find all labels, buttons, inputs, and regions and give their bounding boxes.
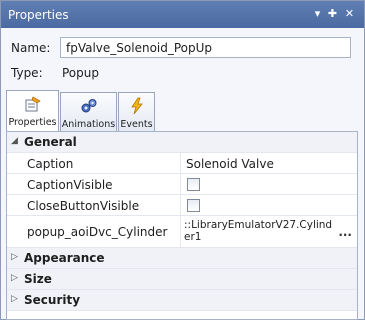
property-row-caption[interactable]: Caption Solenoid Valve [7, 153, 357, 174]
type-label: Type: [11, 66, 43, 80]
tab-label: Events [120, 119, 153, 130]
expand-arrow-icon[interactable]: ▷ [11, 252, 18, 262]
column-divider [180, 174, 181, 194]
category-general[interactable]: ◢ General [7, 132, 357, 153]
browse-button[interactable]: ... [338, 225, 352, 239]
tab-label: Animations [61, 119, 116, 130]
properties-panel: Properties ▾ ✚ ✕ Name: Type: Popup Prope… [0, 0, 365, 320]
tab-properties[interactable]: Properties [6, 90, 59, 132]
column-divider [180, 195, 181, 215]
tab-events[interactable]: Events [118, 92, 155, 131]
category-appearance[interactable]: ▷ Appearance [7, 248, 357, 269]
expand-arrow-icon[interactable]: ▷ [11, 273, 18, 283]
property-name: Caption [27, 157, 74, 171]
tab-strip: Properties Animations Events [1, 86, 364, 132]
expand-arrow-icon[interactable]: ▷ [11, 294, 18, 304]
category-size[interactable]: ▷ Size [7, 269, 357, 290]
animations-icon [81, 99, 96, 113]
pin-icon[interactable]: ✚ [325, 6, 340, 22]
category-security[interactable]: ▷ Security [7, 290, 357, 311]
collapse-arrow-icon[interactable]: ◢ [11, 136, 18, 146]
name-field[interactable] [60, 37, 351, 58]
category-label: Security [24, 293, 81, 307]
caption-value[interactable]: Solenoid Valve [186, 157, 274, 171]
category-label: General [24, 135, 77, 149]
close-icon[interactable]: ✕ [342, 6, 357, 22]
property-name: popup_aoiDvc_Cylinder [27, 225, 168, 239]
panel-titlebar[interactable]: Properties ▾ ✚ ✕ [1, 1, 364, 28]
category-label: Appearance [24, 251, 105, 265]
type-value: Popup [62, 66, 99, 80]
events-icon [130, 97, 143, 115]
category-label: Size [24, 272, 52, 286]
captionvisible-checkbox[interactable] [187, 178, 200, 191]
property-row-closebuttonvisible[interactable]: CloseButtonVisible [7, 195, 357, 216]
window-position-dropdown-icon[interactable]: ▾ [310, 6, 325, 22]
cylinder-value[interactable]: ::LibraryEmulatorV27.Cylinder1 [184, 219, 337, 243]
tab-animations[interactable]: Animations [60, 92, 117, 131]
object-header: Name: Type: Popup [1, 28, 364, 86]
property-grid: ◢ General Caption Solenoid Valve Caption… [6, 131, 358, 320]
panel-title: Properties [8, 8, 69, 22]
property-row-captionvisible[interactable]: CaptionVisible [7, 174, 357, 195]
properties-icon [25, 96, 41, 112]
property-name: CloseButtonVisible [27, 199, 140, 213]
tab-label: Properties [8, 117, 57, 128]
property-name: CaptionVisible [27, 178, 113, 192]
column-divider [180, 216, 181, 247]
column-divider [180, 153, 181, 173]
property-row-popup-aoidvc-cylinder[interactable]: popup_aoiDvc_Cylinder ::LibraryEmulatorV… [7, 216, 357, 248]
name-label: Name: [11, 41, 51, 55]
closebuttonvisible-checkbox[interactable] [187, 199, 200, 212]
